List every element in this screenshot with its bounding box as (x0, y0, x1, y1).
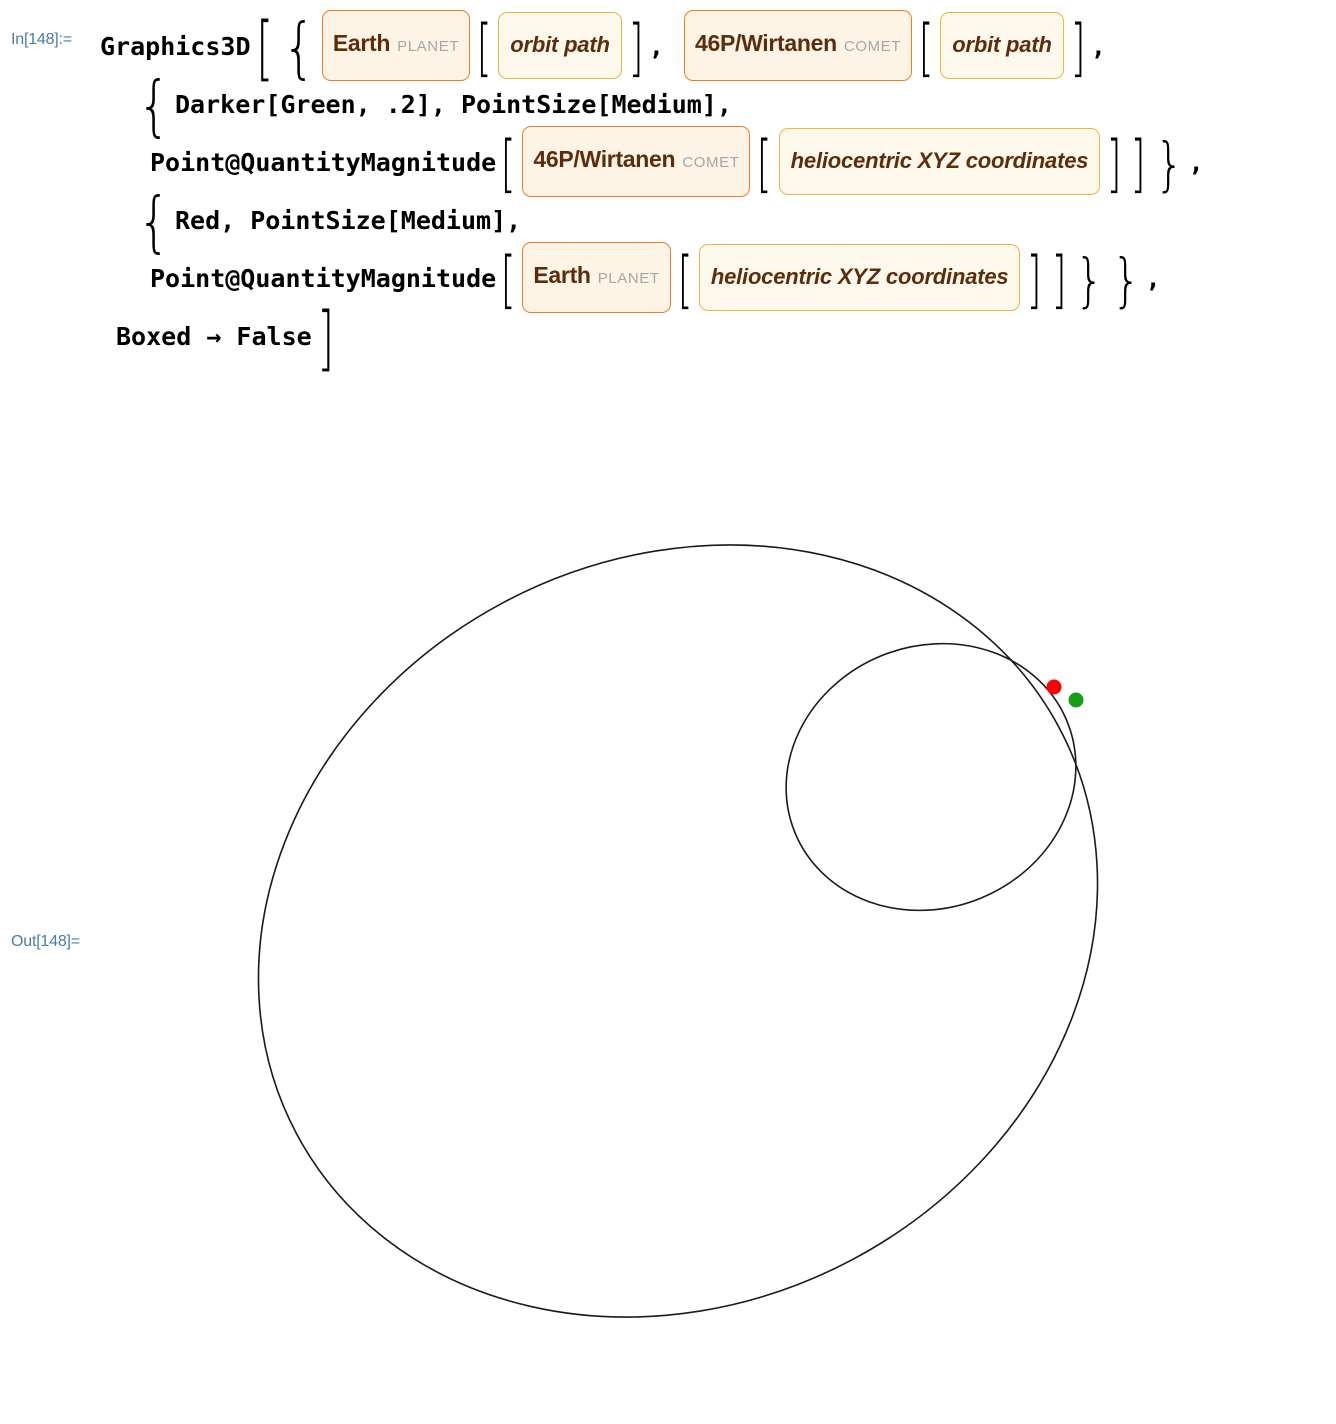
open-bracket-icon: [ (500, 127, 516, 201)
comma-separator: , (648, 32, 664, 61)
boxed-option-expr: Boxed → False (116, 322, 312, 351)
property-orbit-path-earth[interactable]: orbit path (498, 11, 622, 79)
entity-wirtanen-name: 46P/Wirtanen (694, 29, 837, 56)
open-brace-icon: { (137, 66, 171, 144)
close-brace-icon: } (1154, 129, 1184, 198)
close-bracket-icon: ] (1027, 243, 1043, 317)
comma-separator: , (1145, 264, 1161, 293)
code-line-4: { Red, PointSize[Medium], (100, 182, 1330, 260)
open-bracket-icon: [ (757, 127, 773, 201)
code-line-3: Point@QuantityMagnitude [ 46P/Wirtanen C… (100, 125, 1330, 201)
entity-wirtanen-type: COMET (843, 37, 902, 55)
point-quantitymagnitude-head: Point@QuantityMagnitude (150, 148, 497, 177)
entity-wirtanen[interactable]: 46P/Wirtanen COMET (683, 9, 913, 81)
comma-separator: , (1188, 148, 1204, 177)
comma-separator: , (1090, 32, 1106, 61)
property-orbit-path-label: orbit path (952, 31, 1052, 57)
open-bracket-icon: [ (255, 6, 273, 89)
close-bracket-icon: ] (316, 296, 334, 379)
entity-wirtanen-name: 46P/Wirtanen (533, 145, 676, 172)
close-bracket-icon: ] (1070, 11, 1086, 85)
earth-position-point (1046, 679, 1062, 695)
earth-orbit-path (785, 642, 1077, 912)
graphics3d-output-cell[interactable] (100, 515, 1210, 1370)
entity-wirtanen-type: COMET (682, 153, 740, 171)
open-bracket-icon: [ (500, 243, 516, 317)
code-line-1: Graphics3D [ { Earth PLANET [ orbit path… (100, 6, 1330, 89)
entity-earth-name: Earth (533, 261, 591, 288)
entity-wirtanen[interactable]: 46P/Wirtanen COMET (522, 125, 751, 197)
open-bracket-icon: [ (677, 243, 693, 317)
property-orbit-path-comet[interactable]: orbit path (940, 11, 1064, 79)
comet-orbit-path (257, 544, 1099, 1318)
open-brace-icon: { (137, 182, 171, 260)
entity-earth[interactable]: Earth PLANET (321, 9, 471, 81)
close-bracket-icon: ] (1131, 127, 1147, 201)
open-brace-icon: { (282, 8, 316, 86)
open-bracket-icon: [ (918, 11, 934, 85)
entity-earth-type: PLANET (597, 269, 660, 287)
graphics3d-head: Graphics3D (100, 32, 251, 61)
orbit-plot[interactable] (100, 515, 1210, 1370)
code-line-5: Point@QuantityMagnitude [ Earth PLANET [… (100, 241, 1330, 317)
entity-earth-type: PLANET (397, 37, 460, 55)
comet-position-point (1068, 692, 1084, 708)
entity-earth-name: Earth (332, 29, 391, 56)
property-heliocentric-label: heliocentric XYZ coordinates (790, 147, 1089, 173)
close-bracket-icon: ] (1051, 243, 1067, 317)
output-cell-label: Out[148]= (11, 933, 80, 950)
red-pointsize-expr: Red, PointSize[Medium], (175, 206, 522, 235)
property-heliocentric-earth[interactable]: heliocentric XYZ coordinates (698, 243, 1021, 311)
earth-orbit-path-group (785, 642, 1077, 912)
open-bracket-icon: [ (476, 11, 492, 85)
close-brace-icon: } (1074, 245, 1104, 314)
close-bracket-icon: ] (628, 11, 644, 85)
comet-orbit-path-group (257, 544, 1099, 1318)
close-bracket-icon: ] (1106, 127, 1122, 201)
property-orbit-path-label: orbit path (510, 31, 610, 57)
input-code-cell[interactable]: Graphics3D [ { Earth PLANET [ orbit path… (100, 6, 1330, 379)
input-cell-label: In[148]:= (11, 31, 72, 48)
property-heliocentric-comet[interactable]: heliocentric XYZ coordinates (778, 127, 1101, 195)
code-line-6: Boxed → False ] (100, 296, 1330, 379)
entity-earth[interactable]: Earth PLANET (522, 241, 671, 313)
close-brace-icon: } (1111, 245, 1141, 314)
property-heliocentric-label: heliocentric XYZ coordinates (710, 263, 1009, 289)
